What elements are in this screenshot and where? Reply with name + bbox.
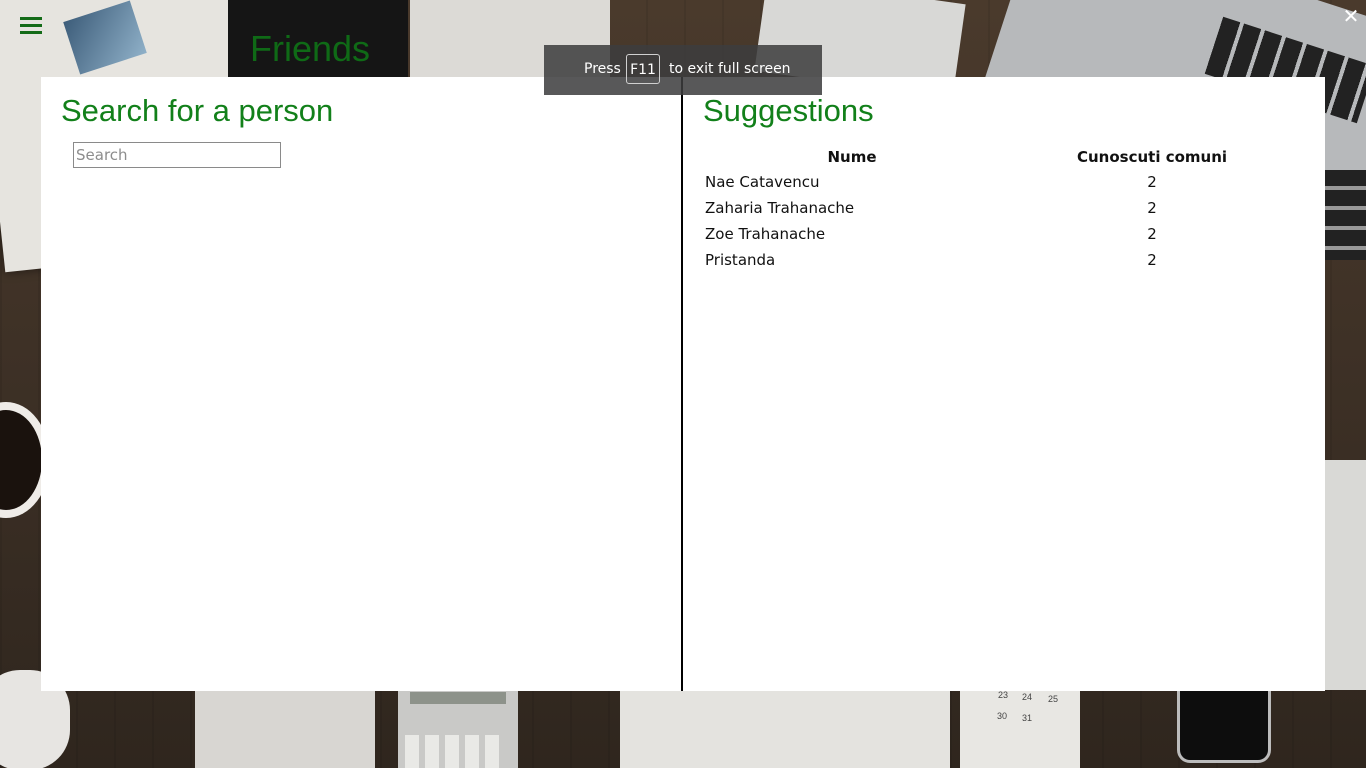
- column-header-name: Nume: [827, 148, 877, 166]
- table-row[interactable]: Pristanda 2: [702, 247, 1302, 273]
- friends-modal: Search for a person Suggestions Nume Cun…: [41, 77, 1325, 691]
- smartphone: [1180, 690, 1268, 760]
- hamburger-menu-icon[interactable]: [20, 17, 42, 35]
- bottom-paper: [195, 690, 375, 768]
- suggestions-panel: Suggestions Nume Cunoscuti comuni Nae Ca…: [683, 77, 1325, 691]
- suggestion-mutual-count: 2: [1147, 173, 1157, 191]
- calendar-day: 30: [997, 711, 1008, 721]
- suggestions-panel-title: Suggestions: [703, 93, 874, 128]
- table-header-row: Nume Cunoscuti comuni: [702, 145, 1302, 169]
- search-input[interactable]: [73, 142, 281, 168]
- suggestion-mutual-count: 2: [1147, 199, 1157, 217]
- table-row[interactable]: Zaharia Trahanache 2: [702, 195, 1302, 221]
- calculator-screen: [410, 692, 506, 704]
- bottom-paper-notes: [620, 690, 950, 768]
- suggestion-mutual-count: 2: [1147, 225, 1157, 243]
- table-row[interactable]: Zoe Trahanache 2: [702, 221, 1302, 247]
- calendar-day: 24: [1022, 692, 1033, 702]
- calculator-keys: [405, 735, 505, 768]
- background-page-title: Friends: [250, 28, 371, 69]
- suggestion-mutual-count: 2: [1147, 251, 1157, 269]
- calendar-day: 31: [1022, 713, 1033, 723]
- suggestions-table: Nume Cunoscuti comuni Nae Catavencu 2 Za…: [702, 145, 1302, 273]
- calendar-day: 23: [998, 690, 1009, 700]
- keyboard-edge: [1325, 170, 1366, 260]
- table-row[interactable]: Nae Catavencu 2: [702, 169, 1302, 195]
- right-paper: [1325, 460, 1366, 690]
- search-panel: Search for a person: [41, 77, 681, 691]
- suggestion-name[interactable]: Nae Catavencu: [702, 169, 1002, 195]
- column-header-mutual-friends: Cunoscuti comuni: [1076, 148, 1228, 166]
- suggestion-name[interactable]: Zoe Trahanache: [702, 221, 1002, 247]
- suggestion-name[interactable]: Pristanda: [702, 247, 1002, 273]
- close-icon[interactable]: ✕: [1341, 6, 1361, 26]
- toast-suffix-text: to exit full screen: [669, 61, 791, 77]
- fullscreen-exit-toast: Press F11 to exit full screen: [544, 45, 822, 95]
- search-panel-title: Search for a person: [61, 93, 334, 128]
- calendar-day: 25: [1048, 694, 1059, 704]
- suggestion-name[interactable]: Zaharia Trahanache: [702, 195, 1002, 221]
- toast-prefix-text: Press: [584, 61, 621, 77]
- calendar: 23 24 25 30 31: [960, 690, 1080, 768]
- toast-key-badge: F11: [626, 54, 660, 84]
